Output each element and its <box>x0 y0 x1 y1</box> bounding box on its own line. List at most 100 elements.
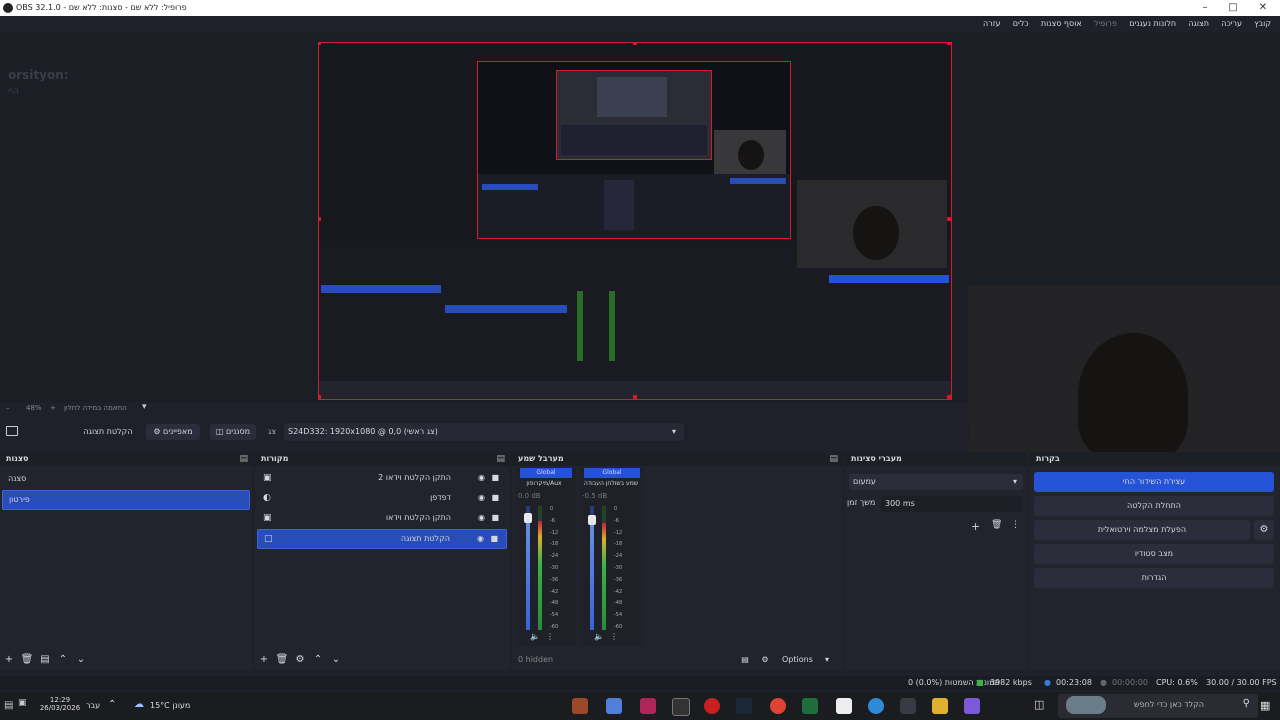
mixer-layout-icon[interactable]: ▤ <box>736 651 754 669</box>
menu-profile[interactable]: פרופיל <box>1094 16 1117 32</box>
search-box[interactable]: הקלד כאן כדי לחפש ⚲ <box>1058 694 1258 718</box>
menu-tools[interactable]: כלים <box>1013 16 1029 32</box>
source-item[interactable]: ◐ דפדפן ◉ ■ <box>257 489 507 507</box>
edge-icon[interactable] <box>868 698 884 714</box>
scene-item[interactable]: סצנה <box>2 470 250 488</box>
gear-icon: ⚙ <box>153 427 161 436</box>
zoom-dropdown-icon[interactable]: ▾ <box>142 402 147 412</box>
notification-icon[interactable]: ▤ <box>4 700 13 711</box>
monitor-icon <box>6 426 18 436</box>
webcam-source-large[interactable] <box>968 285 1280 459</box>
properties-button[interactable]: ⚙ מאפיינים <box>146 424 200 440</box>
eye-icon[interactable]: ◉ <box>478 469 485 487</box>
transitions-dock-header: מעברי סצינות <box>845 452 1027 466</box>
app-icon[interactable] <box>640 698 656 714</box>
volume-meter[interactable] <box>588 506 610 630</box>
eye-icon[interactable]: ◉ <box>478 509 485 527</box>
zoom-minus-icon[interactable]: – <box>6 404 10 412</box>
chevron-up-icon[interactable]: ⌃ <box>309 651 327 669</box>
eye-icon[interactable]: ◉ <box>477 530 484 548</box>
signal-icon: ■ <box>976 678 984 687</box>
add-icon[interactable]: + <box>971 520 980 533</box>
studio-mode-button[interactable]: מצב סטודיו <box>1034 544 1274 564</box>
app-epic-icon[interactable] <box>572 698 588 714</box>
mixer-options-button[interactable]: Options <box>782 651 813 669</box>
chevron-down-icon[interactable]: ⌄ <box>72 651 90 669</box>
trash-icon[interactable]: 🗑 <box>273 651 291 669</box>
transition-type-select[interactable]: עמעום ▾ <box>849 474 1023 490</box>
chrome-icon[interactable] <box>770 698 786 714</box>
channel-settings-icon[interactable]: ⋮ <box>610 632 618 641</box>
menu-file[interactable]: קובץ <box>1254 16 1271 32</box>
mixer-gear-icon[interactable]: ⚙ <box>756 651 774 669</box>
menu-scene-collection[interactable]: אוסף סצנות <box>1041 16 1082 32</box>
more-icon[interactable]: ⋮ <box>1011 520 1020 530</box>
zoom-plus-icon[interactable]: + <box>50 404 56 412</box>
app-icon[interactable] <box>802 698 818 714</box>
taskbar-clock[interactable]: 12:29 26/03/2026 <box>36 696 84 712</box>
steam-icon[interactable] <box>736 698 752 714</box>
trash-icon[interactable]: 🗑 <box>991 520 1002 530</box>
duration-input[interactable]: 300 ms <box>881 496 1023 512</box>
chevron-down-icon[interactable]: ⌄ <box>327 651 345 669</box>
folder-icon[interactable] <box>932 698 948 714</box>
lock-icon[interactable]: ■ <box>491 469 499 487</box>
minimize-icon[interactable]: – <box>1190 0 1220 16</box>
start-virtual-camera-button[interactable]: הפעלת מצלמה וירטואלית <box>1034 520 1250 540</box>
undock-icon[interactable]: ▤ <box>829 452 838 466</box>
start-recording-button[interactable]: התחלת הקלטה <box>1034 496 1274 516</box>
trash-icon[interactable]: 🗑 <box>18 651 36 669</box>
undock-icon[interactable]: ▤ <box>496 452 505 466</box>
app-icon[interactable] <box>606 698 622 714</box>
filters-button[interactable]: ◫ מסננים <box>210 424 256 440</box>
start-windows-icon[interactable]: ▦ <box>1260 699 1270 712</box>
webcam-source-small[interactable] <box>797 180 947 268</box>
maximize-icon[interactable]: □ <box>1218 0 1248 16</box>
source-item[interactable]: ▣ התקן הקלטת וידאו 2 ◉ ■ <box>257 469 507 487</box>
add-icon[interactable]: + <box>0 651 18 669</box>
channel-settings-icon[interactable]: ⋮ <box>546 632 554 641</box>
lock-icon[interactable]: ■ <box>490 530 498 548</box>
speaker-icon[interactable]: 🔈 <box>594 632 604 641</box>
menu-docks[interactable]: חלונות נעגנים <box>1129 16 1176 32</box>
scene-filter-icon[interactable]: ▤ <box>36 651 54 669</box>
menu-edit[interactable]: עריכה <box>1221 16 1242 32</box>
input-language[interactable]: עבר <box>86 701 100 710</box>
app-icon[interactable] <box>704 698 720 714</box>
sources-dock: מקורות ▤ ▣ התקן הקלטת וידאו 2 ◉ ■ ◐ דפדפ… <box>255 452 509 670</box>
weather-text[interactable]: 15°C מעונן <box>150 701 190 710</box>
display-label: צג <box>267 427 277 436</box>
virtual-camera-settings-icon[interactable]: ⚙ <box>1254 520 1274 540</box>
menu-view[interactable]: תצוגה <box>1188 16 1209 32</box>
chevron-down-icon[interactable]: ▾ <box>818 651 836 669</box>
source-item-selected[interactable]: □ הקלטת תצוגה ◉ ■ <box>257 529 507 549</box>
store-icon[interactable] <box>900 698 916 714</box>
lock-icon[interactable]: ■ <box>491 489 499 507</box>
lock-icon[interactable]: ■ <box>491 509 499 527</box>
volume-slider-knob[interactable] <box>524 513 532 523</box>
close-icon[interactable]: ✕ <box>1248 0 1278 16</box>
tray-icon[interactable]: ▣ <box>18 698 27 708</box>
search-placeholder: הקלד כאן כדי לחפש <box>1134 700 1205 709</box>
add-icon[interactable]: + <box>255 651 273 669</box>
chevron-up-icon[interactable]: ⌃ <box>108 699 116 710</box>
copilot-icon[interactable] <box>964 698 980 714</box>
gear-icon[interactable]: ⚙ <box>291 651 309 669</box>
mixer-footer: 0 hidden ▤ ⚙ Options ▾ <box>512 651 842 669</box>
settings-button[interactable]: הגדרות <box>1034 568 1274 588</box>
volume-slider-knob[interactable] <box>588 515 596 525</box>
source-item[interactable]: ▣ התקן הקלטת וידאו ◉ ■ <box>257 509 507 527</box>
undock-icon[interactable]: ▤ <box>239 452 248 466</box>
chevron-up-icon[interactable]: ⌃ <box>54 651 72 669</box>
eye-icon[interactable]: ◉ <box>478 489 485 507</box>
menu-help[interactable]: עזרה <box>983 16 1001 32</box>
scene-item-selected[interactable]: פירטון <box>2 490 250 510</box>
speaker-icon[interactable]: 🔈 <box>530 632 540 641</box>
file-icon[interactable] <box>836 698 852 714</box>
display-select[interactable]: S24D332: 1920x1080 @ 0,0 (צג ראשי) ▾ <box>284 423 684 441</box>
volume-meter[interactable] <box>524 506 546 630</box>
obs-app-icon[interactable] <box>672 698 690 716</box>
stop-streaming-button[interactable]: עצירת השידור החי <box>1034 472 1274 492</box>
zoom-fit-label[interactable]: התאמה במידה לחלון <box>64 404 127 412</box>
task-view-icon[interactable]: ◫ <box>1034 698 1044 711</box>
